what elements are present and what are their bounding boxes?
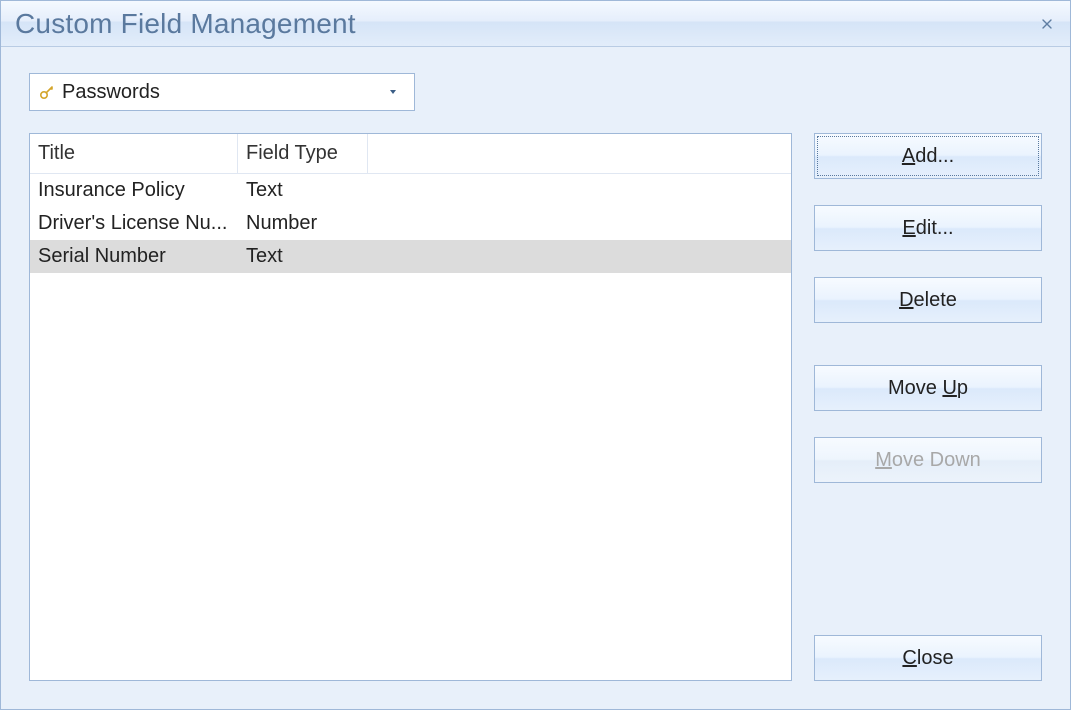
button-label: Move Down [875, 449, 981, 472]
category-dropdown[interactable]: Passwords [29, 73, 415, 111]
category-dropdown-label: Passwords [62, 81, 160, 104]
titlebar: Custom Field Management [1, 1, 1070, 47]
window-title: Custom Field Management [15, 8, 356, 40]
button-label: Move Up [888, 377, 968, 400]
cell-type: Number [238, 207, 368, 240]
table-row[interactable]: Insurance Policy Text [30, 174, 791, 207]
table-row[interactable]: Driver's License Nu... Number [30, 207, 791, 240]
spacer [814, 509, 1042, 609]
cell-title: Serial Number [30, 240, 238, 273]
table-row[interactable]: Serial Number Text [30, 240, 791, 273]
cell-type: Text [238, 174, 368, 207]
button-column: Add... Edit... Delete Move Up Move Down … [814, 133, 1042, 681]
column-header-title[interactable]: Title [30, 134, 238, 174]
add-button[interactable]: Add... [814, 133, 1042, 179]
column-header-field-type[interactable]: Field Type [238, 134, 368, 174]
button-label: Delete [899, 289, 957, 312]
button-label: Add... [902, 145, 954, 168]
button-label: Edit... [902, 217, 953, 240]
column-header-spacer [368, 134, 791, 174]
table-header: Title Field Type [30, 134, 791, 174]
button-label: Close [902, 647, 953, 670]
fields-table[interactable]: Title Field Type Insurance Policy Text D… [29, 133, 792, 681]
close-icon[interactable] [1036, 13, 1058, 35]
delete-button[interactable]: Delete [814, 277, 1042, 323]
key-icon [38, 83, 56, 101]
dialog-window: Custom Field Management Passwords Title … [0, 0, 1071, 710]
table-body: Insurance Policy Text Driver's License N… [30, 174, 791, 680]
move-up-button[interactable]: Move Up [814, 365, 1042, 411]
main-row: Title Field Type Insurance Policy Text D… [29, 133, 1042, 681]
close-button[interactable]: Close [814, 635, 1042, 681]
chevron-down-icon [390, 90, 396, 94]
cell-type: Text [238, 240, 398, 273]
cell-title: Insurance Policy [30, 174, 238, 207]
cell-title: Driver's License Nu... [30, 207, 238, 240]
move-down-button: Move Down [814, 437, 1042, 483]
edit-button[interactable]: Edit... [814, 205, 1042, 251]
dialog-content: Passwords Title Field Type Insurance Pol… [1, 47, 1070, 709]
